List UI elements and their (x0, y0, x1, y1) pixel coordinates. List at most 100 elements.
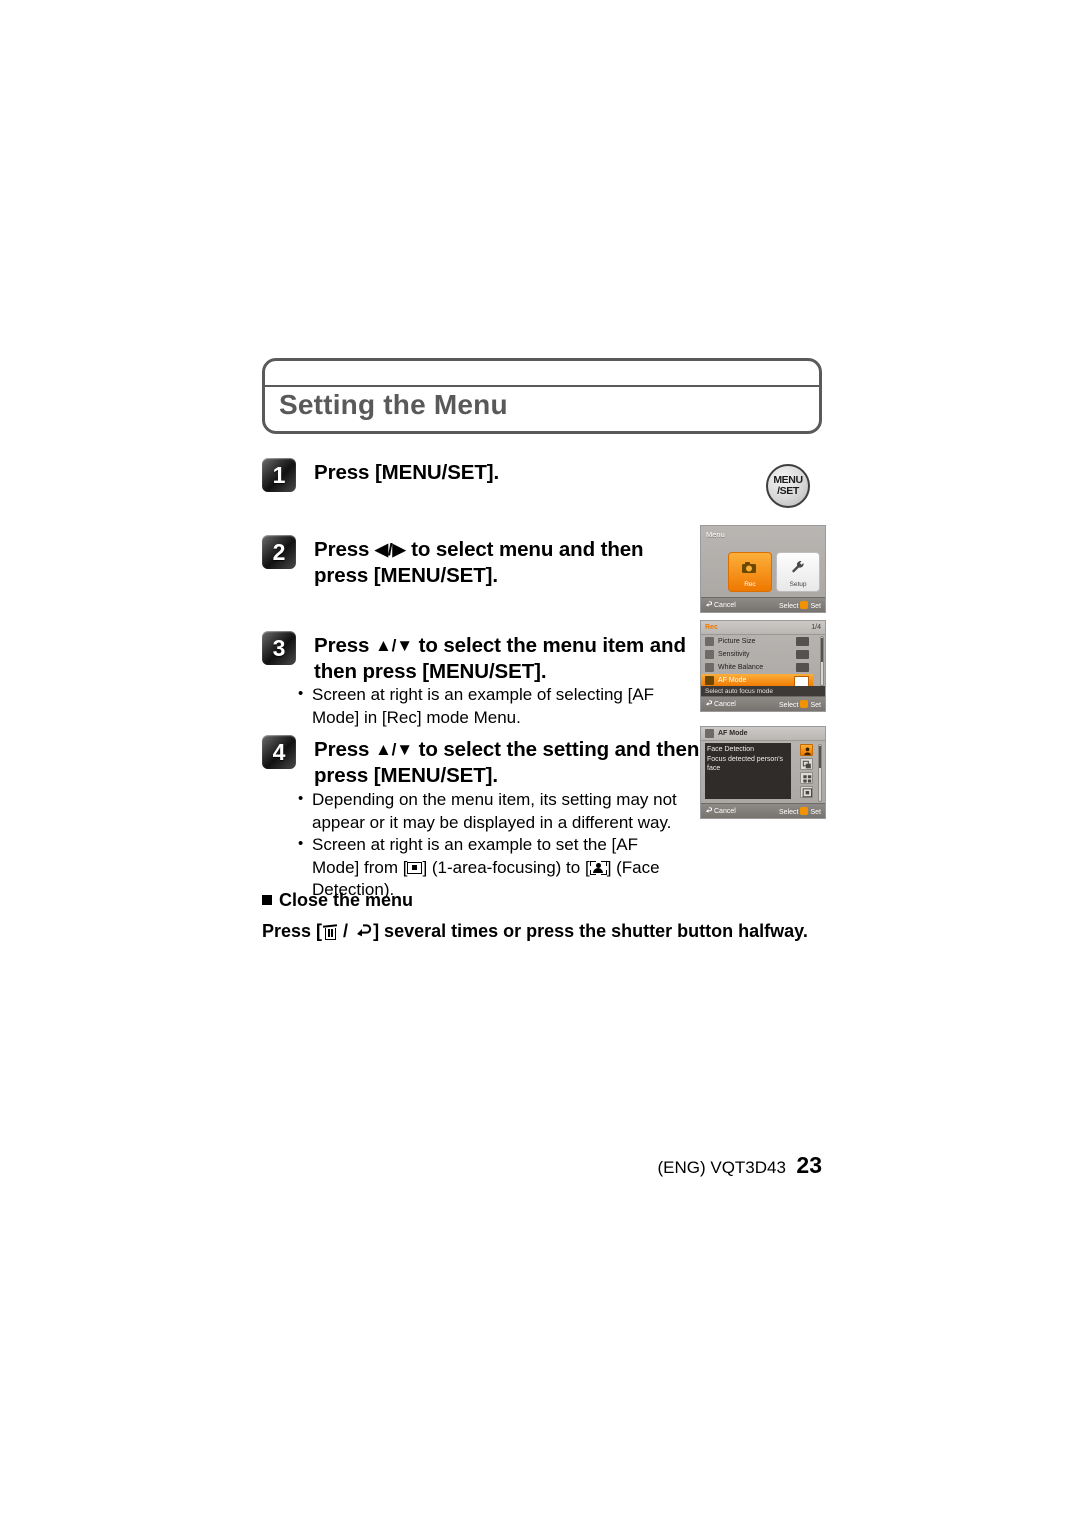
lcd-rec-header: Rec 1/4 (701, 621, 825, 635)
lcd-cancel-text: Cancel (714, 701, 736, 708)
step-4-bullets: Depending on the menu item, its setting … (298, 788, 683, 902)
lcd-body: Rec 1/4 Picture Size Sensitivity White B… (701, 621, 825, 711)
picture-size-icon (705, 637, 714, 646)
scrollbar[interactable] (818, 744, 822, 802)
menu-row-label: White Balance (718, 663, 764, 671)
step-3-bullets: Screen at right is an example of selecti… (298, 683, 698, 729)
step-4-text: Press ▲/▼ to select the setting and then… (314, 737, 699, 789)
step-4-badge: 4 (262, 735, 296, 769)
menu-row-label: AF Mode (718, 676, 747, 684)
up-down-arrows-icon: ▲/▼ (374, 740, 414, 759)
rec-camera-icon (741, 560, 759, 576)
menu-set-button-icon: MENU /SET (766, 464, 810, 508)
screenshot-af-mode: AF Mode Face Detection Focus detected pe… (700, 726, 826, 819)
lcd-select-set: Select Set (779, 601, 821, 610)
screenshot-rec-menu: Rec 1/4 Picture Size Sensitivity White B… (700, 620, 826, 712)
trash-icon (322, 923, 338, 940)
lcd-select-set: Select Set (779, 807, 821, 816)
lcd-cancel: Cancel (705, 807, 736, 815)
step-2-line1-after: to select menu and then (405, 538, 644, 561)
af-option-af-tracking[interactable] (800, 758, 813, 770)
close-menu-instruction: Press [ / ] several times or press the s… (262, 921, 822, 942)
lcd-select-text: Select (779, 809, 799, 816)
square-bullet-icon (262, 895, 272, 905)
scrollbar-thumb[interactable] (819, 746, 821, 768)
manual-code: (ENG) VQT3D43 (657, 1158, 786, 1177)
lcd-cancel: Cancel (705, 601, 736, 609)
lcd-select-set: Select Set (779, 700, 821, 709)
bullet-item: Screen at right is an example of selecti… (298, 683, 698, 729)
lcd-footer: Cancel Select Set (701, 597, 825, 612)
tile-setup: Setup (776, 552, 820, 592)
af-option-face-detection[interactable] (800, 744, 813, 756)
rec-header-tag: Rec (705, 623, 718, 631)
lcd-set-text: Set (810, 603, 821, 610)
step-3-text: Press ▲/▼ to select the menu item and th… (314, 633, 686, 685)
step-3-line1-after: to select the menu item and (413, 634, 686, 657)
close-menu-heading-text: Close the menu (279, 890, 414, 910)
step-3-line1-before: Press (314, 634, 375, 657)
return-arrow-icon (354, 924, 372, 940)
step-2-badge: 2 (262, 535, 296, 569)
screenshot-menu-picker: Menu Rec Setup Cancel Select Set (700, 525, 826, 613)
close-line-c: ] several times or press the shutter but… (373, 921, 808, 941)
step-2-line1-before: Press (314, 538, 375, 561)
af-header-title: AF Mode (718, 729, 748, 737)
scrollbar[interactable] (820, 636, 824, 686)
back-arrow-icon (705, 700, 713, 707)
step-1-badge: 1 (262, 458, 296, 492)
wrench-icon (789, 560, 807, 576)
af-description-panel: Face Detection Focus detected person's f… (705, 743, 791, 799)
lcd-af-header: AF Mode (701, 727, 825, 741)
back-arrow-icon (705, 601, 713, 608)
menu-row-label: Picture Size (718, 637, 756, 645)
menu-row-value-icon (796, 637, 809, 646)
step-3-badge: 3 (262, 631, 296, 665)
step-2-line2: press [MENU/SET]. (314, 564, 498, 587)
af-description-line3: face (707, 765, 721, 772)
menu-set-line2: /SET (777, 485, 799, 497)
lcd-footer: Cancel Select Set (701, 696, 825, 711)
lcd-set-text: Set (810, 702, 821, 709)
lcd-cancel-text: Cancel (714, 602, 736, 609)
bullet-item: Depending on the menu item, its setting … (298, 788, 683, 834)
sensitivity-icon (705, 650, 714, 659)
face-detection-icon (589, 860, 607, 875)
bullet-text-d: ] (Face (606, 857, 660, 877)
scrollbar-thumb[interactable] (821, 638, 823, 662)
step-1-text: Press [MENU/SET]. (314, 461, 500, 484)
step-4-line2: press [MENU/SET]. (314, 764, 498, 787)
joystick-icon (800, 700, 809, 708)
page-footer: (ENG) VQT3D43 23 (0, 1152, 822, 1179)
lcd-footer: Cancel Select Set (701, 803, 825, 818)
lcd-menu-label: Menu (706, 530, 725, 539)
af-description-line1: Face Detection (707, 746, 755, 753)
close-menu-section: Close the menu Press [ / ] several times… (262, 890, 822, 942)
af-option-23-area-focusing[interactable] (800, 772, 813, 784)
menu-row-label: Sensitivity (718, 650, 750, 658)
af-mode-icon (705, 676, 714, 685)
title-divider-rule (265, 385, 819, 387)
joystick-icon (800, 807, 809, 815)
lcd-cancel-text: Cancel (714, 808, 736, 815)
af-option-1-area-focusing[interactable] (800, 786, 813, 798)
close-line-a: Press [ (262, 921, 323, 941)
bullet-text-c: ] (1-area-focusing) to [ (422, 857, 590, 877)
left-right-arrows-icon: ◀/▶ (374, 540, 406, 559)
menu-row-value-icon (796, 650, 809, 659)
menu-row: Sensitivity (701, 648, 813, 661)
tile-rec-caption: Rec (744, 581, 756, 588)
lcd-select-text: Select (779, 702, 799, 709)
tile-setup-caption: Setup (789, 581, 807, 588)
page-title: Setting the Menu (279, 389, 508, 420)
menu-row-value-icon (796, 663, 809, 672)
bullet-text-b: from [ (363, 857, 408, 877)
lcd-select-text: Select (779, 603, 799, 610)
lcd-body: AF Mode Face Detection Focus detected pe… (701, 727, 825, 818)
close-menu-heading: Close the menu (262, 890, 822, 911)
step-4-line1-before: Press (314, 738, 375, 761)
one-area-focusing-icon (407, 861, 423, 874)
lcd-set-text: Set (810, 809, 821, 816)
white-balance-icon (705, 663, 714, 672)
joystick-icon (800, 601, 809, 609)
